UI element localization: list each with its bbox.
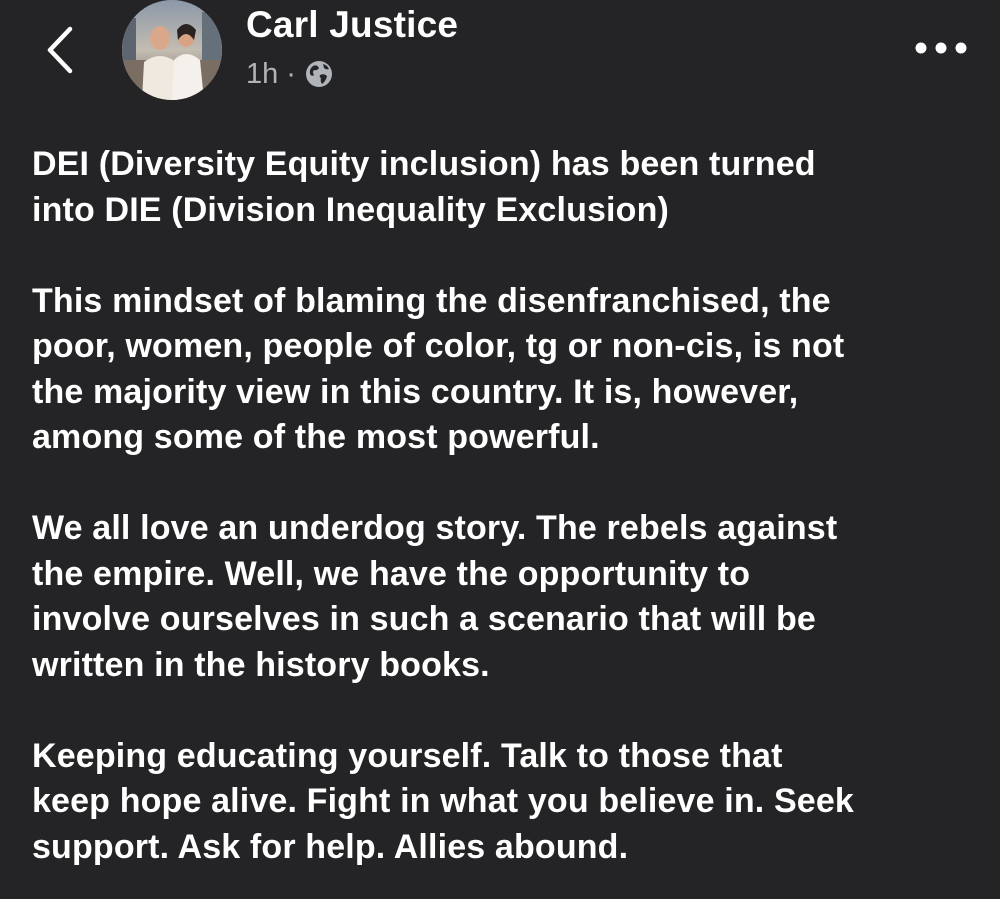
post-meta: 1h ·: [246, 54, 334, 94]
post-timestamp[interactable]: 1h: [246, 58, 278, 91]
post-paragraph: This mindset of blaming the disenfranchi…: [32, 281, 845, 457]
back-button[interactable]: [38, 20, 82, 80]
avatar[interactable]: [122, 0, 222, 100]
post-header: Carl Justice 1h ·: [0, 0, 1000, 110]
more-options-button[interactable]: [912, 30, 970, 66]
more-horizontal-icon: [915, 42, 967, 54]
avatar-photo: [122, 0, 222, 100]
post-body: DEI (Diversity Equity inclusion) has bee…: [32, 142, 982, 899]
post-paragraph: Keeping educating yourself. Talk to thos…: [32, 736, 854, 866]
post-paragraph: We all love an underdog story. The rebel…: [32, 509, 838, 684]
author-name[interactable]: Carl Justice: [246, 4, 458, 46]
chevron-left-icon: [47, 26, 73, 74]
meta-separator: ·: [286, 57, 296, 90]
post-paragraph: DEI (Diversity Equity inclusion) has bee…: [32, 145, 816, 229]
globe-icon: [305, 61, 332, 87]
